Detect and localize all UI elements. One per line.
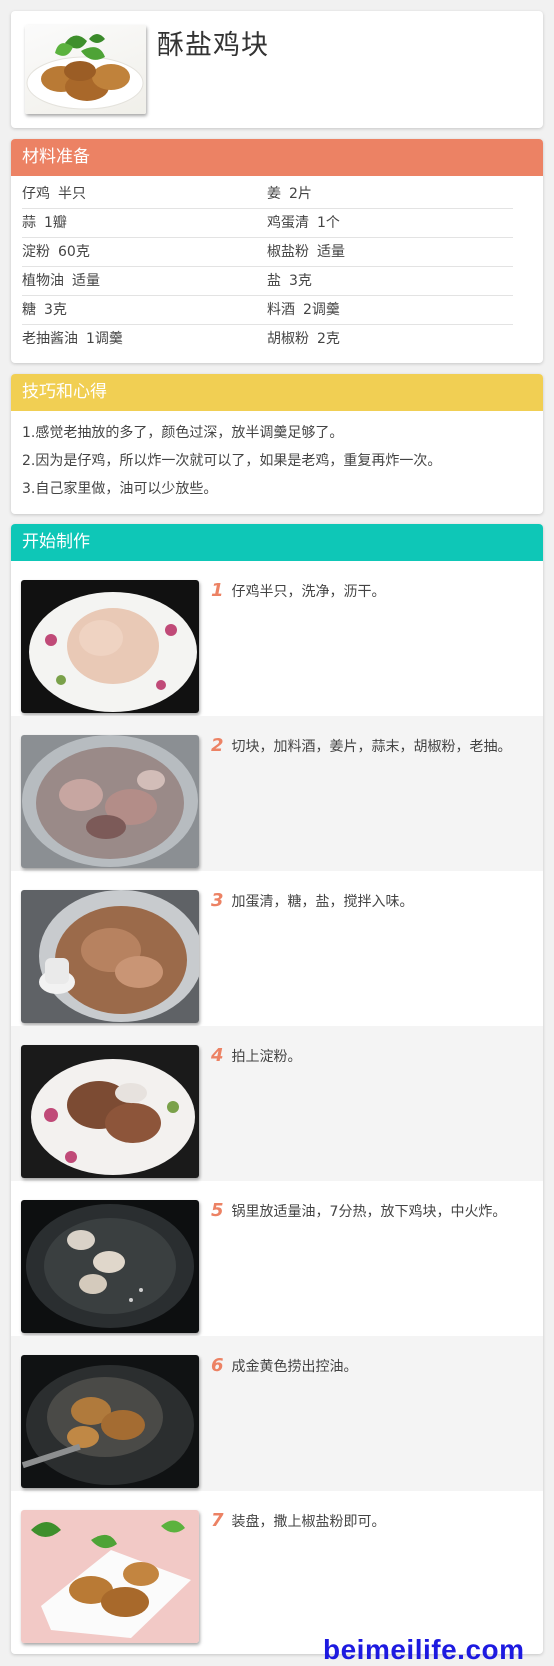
step-number: 4 <box>211 1045 224 1066</box>
ingredient-row: 蒜 1瓣 鸡蛋清 1个 <box>22 209 513 238</box>
step-item: 1 仔鸡半只，洗净，沥干。 <box>11 561 543 716</box>
step-number: 2 <box>211 735 224 756</box>
ingredient-item: 淀粉 60克 <box>22 244 90 260</box>
ingredients-table: 仔鸡 半只 姜 2片 蒜 1瓣 鸡蛋清 1个 淀粉 60克 椒盐粉 适量 植物油 适量 盐 3克… <box>11 180 543 353</box>
step-description: 2 切块，加料酒，姜片，蒜末，胡椒粉，老抽。 <box>211 735 512 756</box>
ingredient-item: 老抽酱油 1调羹 <box>22 331 123 347</box>
step-number: 1 <box>211 580 224 601</box>
step-description: 6 成金黄色捞出控油。 <box>211 1355 358 1376</box>
tip-item: 1.感觉老抽放的多了，颜色过深，放半调羹足够了。 <box>22 425 344 441</box>
step-description: 7 装盘，撒上椒盐粉即可。 <box>211 1510 386 1531</box>
step-photo <box>21 735 199 868</box>
tips-header: 技巧和心得 <box>11 374 543 411</box>
ingredient-item: 植物油 适量 <box>22 273 100 289</box>
step-number: 6 <box>211 1355 224 1376</box>
step-photo <box>21 1200 199 1333</box>
ingredients-card: 材料准备 仔鸡 半只 姜 2片 蒜 1瓣 鸡蛋清 1个 淀粉 60克 椒盐粉 适量 植物油适… <box>11 139 543 363</box>
tip-item: 3.自己家里做，油可以少放些。 <box>22 481 218 497</box>
ingredient-item: 鸡蛋清 1个 <box>267 215 340 231</box>
step-photo <box>21 890 199 1023</box>
step-number: 7 <box>211 1510 224 1531</box>
step-item: 7 装盘，撒上椒盐粉即可。 <box>11 1491 543 1646</box>
ingredients-header: 材料准备 <box>11 139 543 176</box>
step-number: 5 <box>211 1200 224 1221</box>
recipe-title: 酥盐鸡块 <box>157 30 269 61</box>
step-photo <box>21 1355 199 1488</box>
ingredient-item: 姜 2片 <box>267 186 312 202</box>
site-watermark: beimeilife.com <box>323 1634 525 1665</box>
ingredient-item: 仔鸡 半只 <box>22 186 86 202</box>
step-item: 5 锅里放适量油，7分热，放下鸡块，中火炸。 <box>11 1181 543 1336</box>
step-item: 6 成金黄色捞出控油。 <box>11 1336 543 1491</box>
step-item: 3 加蛋清，糖，盐，搅拌入味。 <box>11 871 543 1026</box>
step-number: 3 <box>211 890 224 911</box>
ingredient-item: 胡椒粉 2克 <box>267 331 340 347</box>
ingredient-item: 盐 3克 <box>267 273 312 289</box>
ingredient-row: 仔鸡 半只 姜 2片 <box>22 180 513 209</box>
step-photo <box>21 580 199 713</box>
steps-card: 开始制作 1 仔鸡半只，洗净，沥干。 2 切块，加料酒，姜片，蒜末，胡椒粉，老抽… <box>11 524 543 1654</box>
tips-card: 技巧和心得 1.感觉老抽放的多了，颜色过深，放半调羹足够了。 2.因为是仔鸡，所… <box>11 374 543 514</box>
step-description: 1 仔鸡半只，洗净，沥干。 <box>211 580 386 601</box>
step-photo <box>21 1510 199 1643</box>
tips-list: 1.感觉老抽放的多了，颜色过深，放半调羹足够了。 2.因为是仔鸡，所以炸一次就可… <box>11 411 543 503</box>
ingredient-row: 老抽酱油 1调羹 胡椒粉 2克 <box>22 325 513 353</box>
ingredient-item: 料酒 2调羹 <box>267 302 340 318</box>
step-description: 4 拍上淀粉。 <box>211 1045 302 1066</box>
steps-header: 开始制作 <box>11 524 543 561</box>
recipe-header-card: 酥盐鸡块 <box>11 11 543 128</box>
ingredient-item: 糖 3克 <box>22 302 67 318</box>
step-item: 2 切块，加料酒，姜片，蒜末，胡椒粉，老抽。 <box>11 716 543 871</box>
finished-dish-photo <box>25 25 146 114</box>
ingredient-item: 椒盐粉 适量 <box>267 244 345 260</box>
ingredient-row: 糖 3克 料酒 2调羹 <box>22 296 513 325</box>
tip-item: 2.因为是仔鸡，所以炸一次就可以了，如果是老鸡，重复再炸一次。 <box>22 453 442 469</box>
step-item: 4 拍上淀粉。 <box>11 1026 543 1181</box>
ingredient-row: 植物油 适量 盐 3克 <box>22 267 513 296</box>
step-photo <box>21 1045 199 1178</box>
step-description: 3 加蛋清，糖，盐，搅拌入味。 <box>211 890 414 911</box>
ingredient-item: 蒜 1瓣 <box>22 215 67 231</box>
step-description: 5 锅里放适量油，7分热，放下鸡块，中火炸。 <box>211 1200 507 1221</box>
ingredient-row: 淀粉 60克 椒盐粉 适量 <box>22 238 513 267</box>
